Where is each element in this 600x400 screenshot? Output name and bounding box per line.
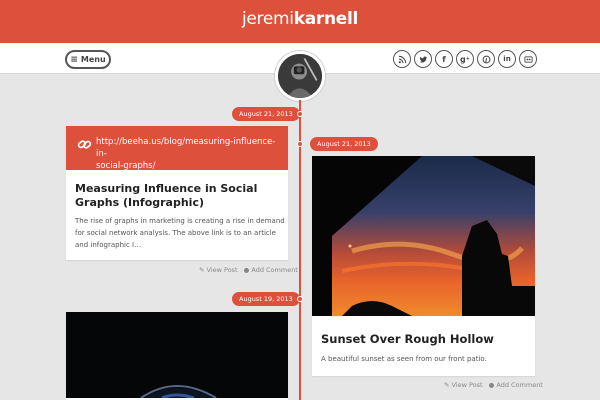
linkedin-icon[interactable]: in	[498, 50, 516, 68]
post-date-badge: August 21, 2013	[232, 107, 300, 121]
link-chain-icon	[77, 140, 92, 149]
post-link[interactable]: http://beeha.us/blog/measuring-influence…	[66, 126, 288, 171]
earth-from-space-photo[interactable]	[66, 312, 288, 398]
add-comment-link[interactable]: ● Add Comment	[489, 381, 543, 389]
brand-last: karnell	[293, 9, 359, 29]
post-title-line2: Graphs (Infographic)	[75, 196, 204, 209]
timeline-dot	[297, 141, 303, 147]
post-title-line1: Measuring Influence in Social	[75, 182, 258, 195]
post-meta: ✎ View Post ● Add Comment	[444, 381, 543, 389]
post-date-badge: August 19, 2013	[232, 292, 300, 306]
facebook-icon[interactable]: f	[435, 50, 453, 68]
timeline-dot	[297, 111, 303, 117]
site-logo[interactable]: jeremikarnell	[0, 9, 600, 29]
view-post-link[interactable]: ✎ View Post	[199, 266, 238, 274]
flickr-icon[interactable]	[519, 50, 537, 68]
hamburger-icon: ≡	[70, 54, 78, 65]
add-comment-label: Add Comment	[496, 381, 543, 389]
post-excerpt: The rise of graphs in marketing is creat…	[75, 215, 285, 251]
pinterest-icon[interactable]	[477, 50, 495, 68]
timeline-dot	[297, 296, 303, 302]
excerpt-line3: and infographic I…	[75, 241, 142, 249]
image-post-card	[66, 312, 288, 400]
view-post-label: View Post	[206, 266, 238, 274]
twitter-icon[interactable]	[414, 50, 432, 68]
post-title[interactable]: Measuring Influence in Social Graphs (In…	[75, 182, 257, 210]
add-comment-link[interactable]: ● Add Comment	[244, 266, 298, 274]
image-post-card: Sunset Over Rough Hollow A beautiful sun…	[312, 156, 535, 376]
excerpt-line2: for social network analysis. The above l…	[75, 229, 276, 237]
add-comment-label: Add Comment	[251, 266, 298, 274]
post-title[interactable]: Sunset Over Rough Hollow	[321, 332, 494, 346]
post-excerpt: A beautiful sunset as seen from our fron…	[321, 355, 487, 363]
google-plus-icon[interactable]: g +	[456, 50, 474, 68]
view-post-link[interactable]: ✎ View Post	[444, 381, 483, 389]
author-avatar[interactable]	[275, 51, 325, 101]
excerpt-line1: The rise of graphs in marketing is creat…	[75, 217, 285, 225]
social-links: f g + in	[393, 50, 537, 68]
post-meta: ✎ View Post ● Add Comment	[199, 266, 298, 274]
post-date-badge: August 21, 2013	[310, 137, 378, 151]
view-post-label: View Post	[451, 381, 483, 389]
sunset-photo[interactable]	[312, 156, 535, 316]
link-url-line1: http://beeha.us/blog/measuring-influence…	[96, 137, 276, 159]
link-url-line2: social-graphs/	[96, 161, 156, 171]
menu-label: Menu	[80, 55, 106, 64]
link-post-card: http://beeha.us/blog/measuring-influence…	[66, 126, 288, 260]
brand-first: jeremi	[241, 9, 294, 29]
rss-icon[interactable]	[393, 50, 411, 68]
menu-button[interactable]: ≡ Menu	[65, 50, 111, 69]
site-header: jeremikarnell	[0, 0, 600, 43]
